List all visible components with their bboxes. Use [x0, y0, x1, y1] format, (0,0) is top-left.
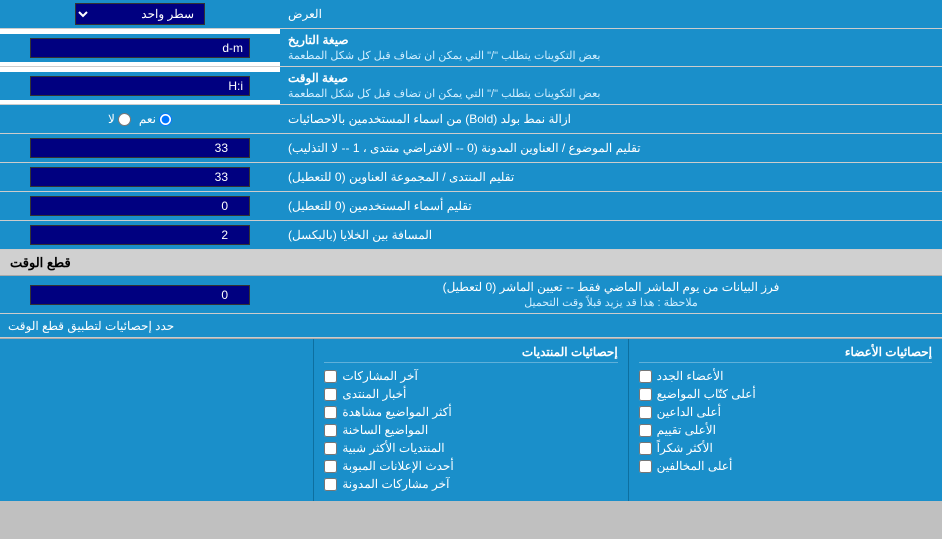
forum-trim-input[interactable]	[30, 167, 250, 187]
checkbox-most-thanked-input[interactable]	[639, 442, 652, 455]
forums-stats-col: إحصائيات المنتديات آخر المشاركات أخبار ا…	[313, 339, 628, 501]
extra-stats-col	[0, 339, 313, 501]
time-format-label: صيغة الوقت بعض التكوينات يتطلب "/" التي …	[280, 67, 942, 104]
members-stats-header: إحصائيات الأعضاء	[639, 345, 932, 363]
user-trim-row: تقليم أسماء المستخدمين (0 للتعطيل)	[0, 192, 942, 221]
remove-bold-row: ازالة نمط بولد (Bold) من اسماء المستخدمي…	[0, 105, 942, 134]
forum-trim-label: تقليم المنتدى / المجموعة العناوين (0 للت…	[280, 163, 942, 191]
time-format-input[interactable]	[30, 76, 250, 96]
date-format-label: صيغة التاريخ بعض التكوينات يتطلب "/" الت…	[280, 29, 942, 66]
cut-time-input-wrap	[0, 276, 280, 313]
date-format-input[interactable]	[30, 38, 250, 58]
checkbox-latest-ads[interactable]: أحدث الإعلانات المبوبة	[324, 459, 617, 473]
members-stats-col: إحصائيات الأعضاء الأعضاء الجدد أعلى كتّا…	[629, 339, 942, 501]
cut-time-label: فرز البيانات من يوم الماشر الماضي فقط --…	[280, 276, 942, 313]
checkbox-forum-news-input[interactable]	[324, 388, 337, 401]
display-mode-label: العرض	[280, 3, 942, 25]
checkbox-most-thanked[interactable]: الأكثر شكراً	[639, 441, 932, 455]
user-trim-label: تقليم أسماء المستخدمين (0 للتعطيل)	[280, 192, 942, 220]
checkbox-last-posts-input[interactable]	[324, 370, 337, 383]
checkbox-top-rated-input[interactable]	[639, 424, 652, 437]
user-trim-input-wrap	[0, 192, 280, 220]
topic-trim-row: تقليم الموضوع / العناوين المدونة (0 -- ا…	[0, 134, 942, 163]
cut-time-input[interactable]	[30, 285, 250, 305]
checkbox-most-viewed[interactable]: أكثر المواضيع مشاهدة	[324, 405, 617, 419]
time-format-row: صيغة الوقت بعض التكوينات يتطلب "/" التي …	[0, 67, 942, 105]
forum-trim-input-wrap	[0, 163, 280, 191]
checkbox-similar-forums[interactable]: المنتديات الأكثر شبية	[324, 441, 617, 455]
cut-time-row: فرز البيانات من يوم الماشر الماضي فقط --…	[0, 276, 942, 314]
radio-yes-label[interactable]: نعم	[139, 112, 172, 126]
checkbox-top-topic-writers-input[interactable]	[639, 388, 652, 401]
bottom-stats-section: إحصائيات الأعضاء الأعضاء الجدد أعلى كتّا…	[0, 338, 942, 501]
cut-time-section-header: قطع الوقت	[0, 250, 942, 276]
checkbox-new-members-input[interactable]	[639, 370, 652, 383]
checkbox-top-violators-input[interactable]	[639, 460, 652, 473]
checkbox-hot-topics-input[interactable]	[324, 424, 337, 437]
checkbox-last-posts[interactable]: آخر المشاركات	[324, 369, 617, 383]
topic-trim-input-wrap	[0, 134, 280, 162]
display-mode-row: العرض سطر واحد سطران ثلاثة أسطر	[0, 0, 942, 29]
radio-yes[interactable]	[159, 113, 172, 126]
checkbox-hot-topics[interactable]: المواضيع الساخنة	[324, 423, 617, 437]
checkbox-similar-forums-input[interactable]	[324, 442, 337, 455]
checkbox-last-blog-posts[interactable]: آخر مشاركات المدونة	[324, 477, 617, 491]
checkbox-top-topic-writers[interactable]: أعلى كتّاب المواضيع	[639, 387, 932, 401]
forums-stats-header: إحصائيات المنتديات	[324, 345, 617, 363]
user-trim-input[interactable]	[30, 196, 250, 216]
checkbox-top-rated[interactable]: الأعلى تقييم	[639, 423, 932, 437]
checkbox-top-violators[interactable]: أعلى المخالفين	[639, 459, 932, 473]
checkbox-forum-news[interactable]: أخبار المنتدى	[324, 387, 617, 401]
checkbox-last-blog-posts-input[interactable]	[324, 478, 337, 491]
display-mode-select[interactable]: سطر واحد سطران ثلاثة أسطر	[75, 3, 205, 25]
date-format-input-wrap	[0, 34, 280, 62]
topic-trim-input[interactable]	[30, 138, 250, 158]
checkbox-top-inviters[interactable]: أعلى الداعين	[639, 405, 932, 419]
display-mode-input[interactable]: سطر واحد سطران ثلاثة أسطر	[0, 0, 280, 28]
cell-spacing-row: المسافة بين الخلايا (بالبكسل)	[0, 221, 942, 250]
topic-trim-label: تقليم الموضوع / العناوين المدونة (0 -- ا…	[280, 134, 942, 162]
apply-stats-label: حدد إحصائيات لتطبيق قطع الوقت	[0, 314, 942, 337]
date-format-row: صيغة التاريخ بعض التكوينات يتطلب "/" الت…	[0, 29, 942, 67]
apply-stats-row: حدد إحصائيات لتطبيق قطع الوقت	[0, 314, 942, 338]
radio-no-label[interactable]: لا	[108, 112, 131, 126]
main-container: العرض سطر واحد سطران ثلاثة أسطر صيغة الت…	[0, 0, 942, 501]
checkbox-new-members[interactable]: الأعضاء الجدد	[639, 369, 932, 383]
remove-bold-options: نعم لا	[0, 105, 280, 133]
cell-spacing-label: المسافة بين الخلايا (بالبكسل)	[280, 221, 942, 249]
remove-bold-label: ازالة نمط بولد (Bold) من اسماء المستخدمي…	[280, 105, 942, 133]
checkbox-latest-ads-input[interactable]	[324, 460, 337, 473]
cell-spacing-input-wrap	[0, 221, 280, 249]
radio-no[interactable]	[118, 113, 131, 126]
cell-spacing-input[interactable]	[30, 225, 250, 245]
checkbox-top-inviters-input[interactable]	[639, 406, 652, 419]
time-format-input-wrap	[0, 72, 280, 100]
forum-trim-row: تقليم المنتدى / المجموعة العناوين (0 للت…	[0, 163, 942, 192]
checkbox-most-viewed-input[interactable]	[324, 406, 337, 419]
